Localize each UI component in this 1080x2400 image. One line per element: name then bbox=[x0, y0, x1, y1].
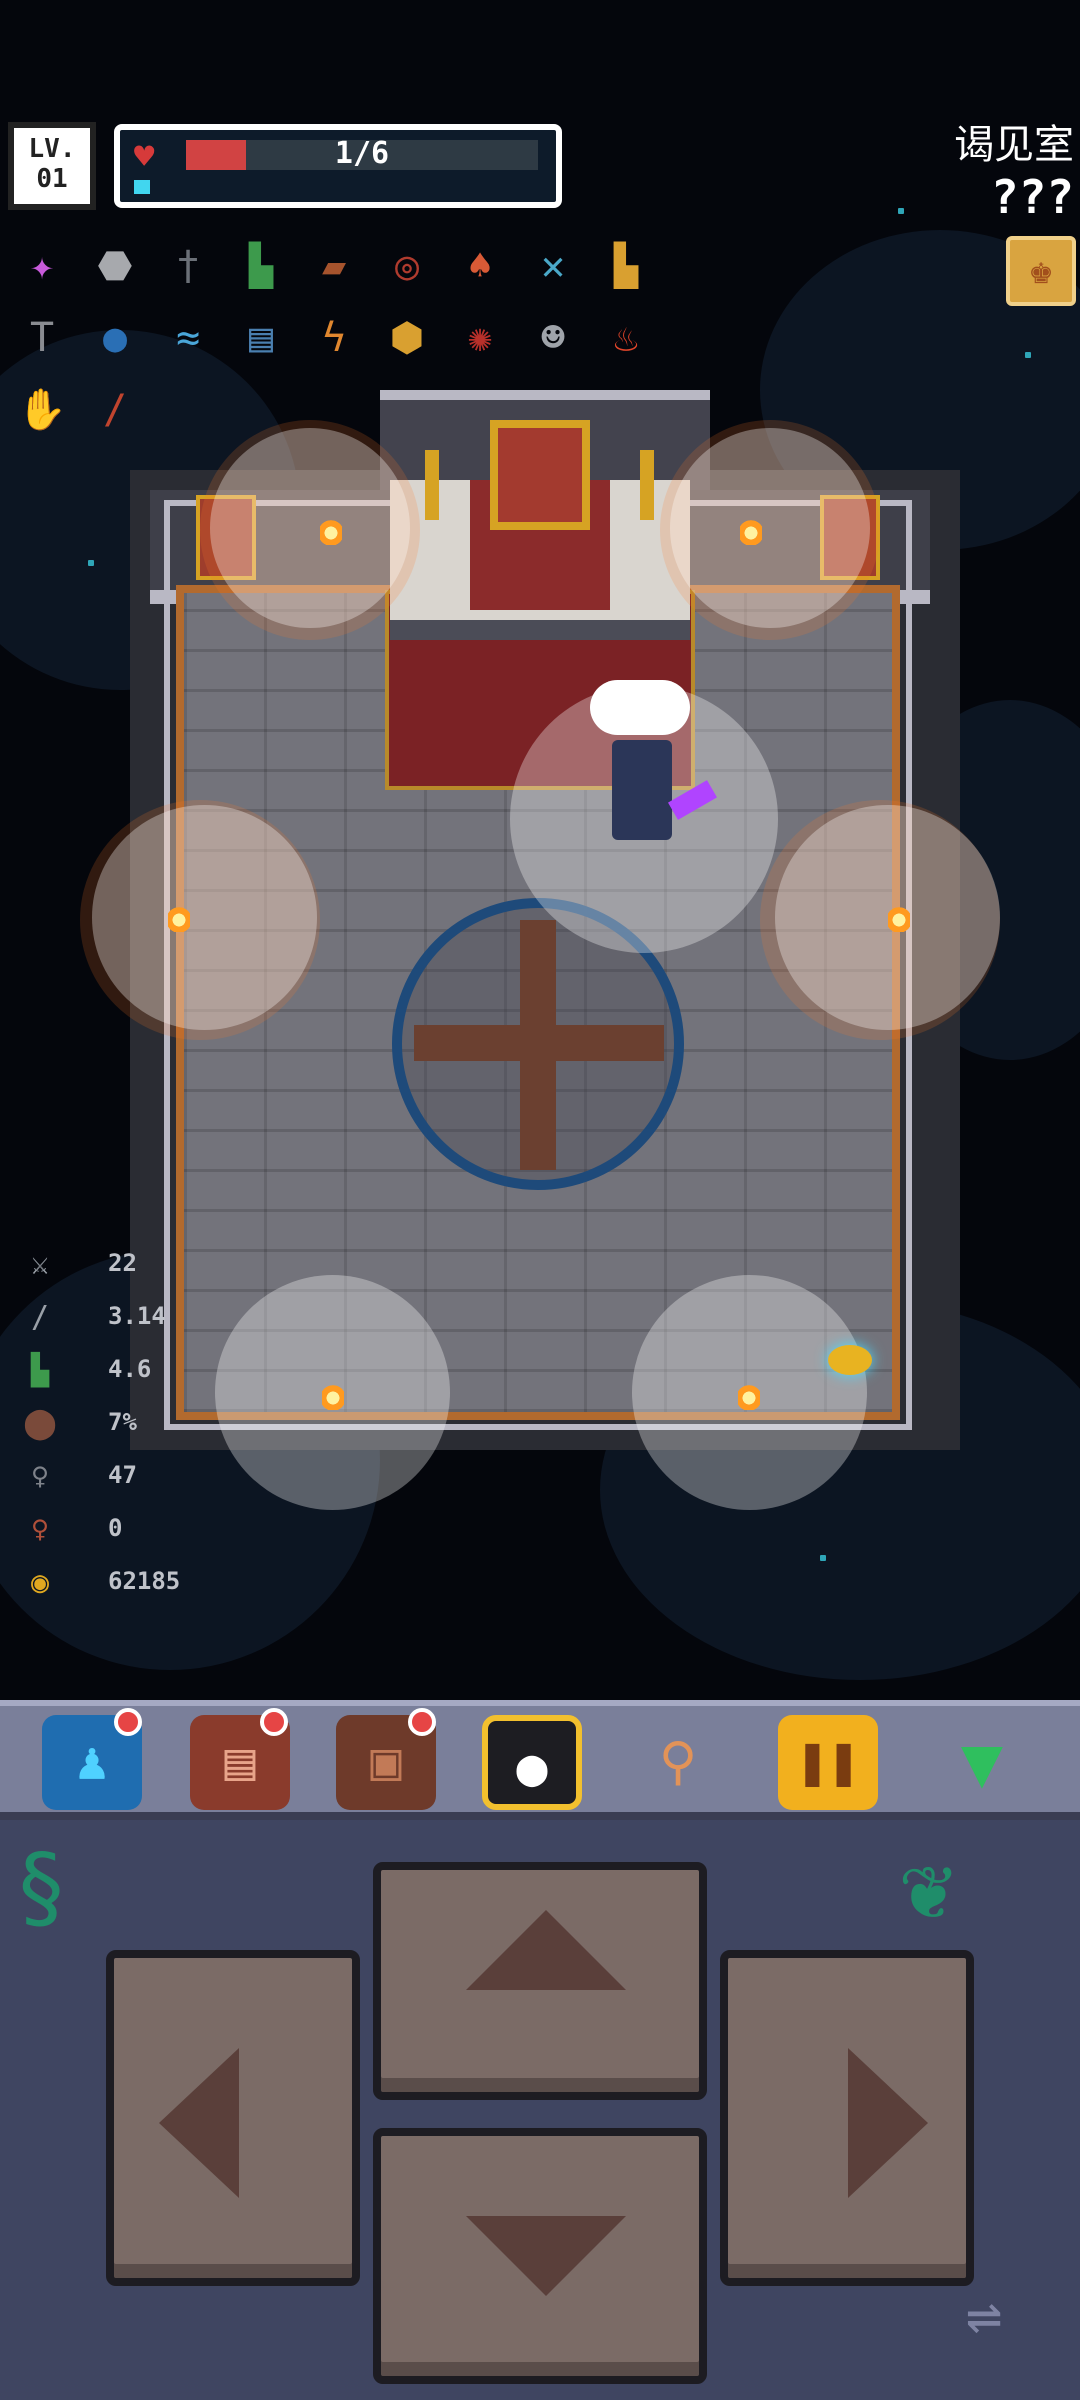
room-king-icon[interactable]: ♚ bbox=[1006, 236, 1076, 306]
stat-value: 22 bbox=[108, 1249, 137, 1277]
star bbox=[88, 560, 94, 566]
hammer-icon[interactable]: T bbox=[10, 306, 74, 370]
skull-mask-icon[interactable]: ☻ bbox=[521, 306, 585, 370]
notification-badge bbox=[408, 1708, 436, 1736]
red-key-icon: ♀ bbox=[30, 1512, 50, 1547]
arrow-up-icon bbox=[466, 1910, 626, 1990]
arrow-left-icon bbox=[159, 2048, 239, 2198]
dpad-left-button[interactable] bbox=[106, 1950, 360, 2286]
flame-icon[interactable]: ♨ bbox=[594, 306, 658, 370]
pause-icon: ❚❚ bbox=[796, 1732, 860, 1792]
blue-orb-icon[interactable]: ● bbox=[83, 306, 147, 370]
gold-nugget-icon[interactable]: ⬢ bbox=[375, 306, 439, 370]
candlestick bbox=[640, 450, 654, 520]
level-label: LV. bbox=[28, 134, 76, 164]
notification-badge bbox=[114, 1708, 142, 1736]
gauntlet-icon[interactable]: ✋ bbox=[10, 378, 74, 442]
wood-log-icon[interactable]: ▰ bbox=[302, 234, 366, 298]
shield-icon: ⬤ bbox=[23, 1406, 57, 1441]
rune-cross-horizontal bbox=[414, 1025, 664, 1061]
red-sigil-icon[interactable]: ✺ bbox=[448, 306, 512, 370]
spellbook-icon[interactable]: ▤ bbox=[229, 306, 293, 370]
gold-coin-icon: ◉ bbox=[30, 1565, 50, 1600]
torch-flame bbox=[888, 902, 910, 932]
stat-value: 47 bbox=[108, 1461, 137, 1489]
level-badge: LV. 01 bbox=[8, 122, 96, 210]
torch-light bbox=[92, 805, 317, 1030]
torch-flame bbox=[168, 902, 190, 932]
book-icon: ▤ bbox=[224, 1732, 256, 1792]
level-value: 01 bbox=[36, 164, 68, 194]
throne[interactable] bbox=[490, 420, 590, 530]
character-icon: ♟ bbox=[76, 1732, 108, 1792]
torch-light bbox=[210, 428, 410, 628]
torch-light bbox=[670, 428, 870, 628]
swap-controls-icon[interactable]: ⇌ bbox=[966, 2280, 1002, 2350]
torch-flame bbox=[738, 1380, 760, 1410]
crossed-swords-icon: ⚔ bbox=[30, 1247, 50, 1282]
mana-bar-fill bbox=[134, 180, 150, 194]
stat-value: 0 bbox=[108, 1514, 123, 1542]
red-wand-icon[interactable]: / bbox=[83, 378, 147, 442]
torch-flame bbox=[322, 1380, 344, 1410]
stat-value: 3.14 bbox=[108, 1302, 166, 1330]
red-ring-icon[interactable]: ◎ bbox=[375, 234, 439, 298]
crossed-blue-icon[interactable]: ✕ bbox=[521, 234, 585, 298]
boot-gold-icon[interactable]: ▙ bbox=[594, 234, 658, 298]
lightning-icon[interactable]: ϟ bbox=[302, 306, 366, 370]
stone-icon[interactable]: ⬣ bbox=[83, 234, 147, 298]
torch-flame bbox=[320, 515, 342, 545]
magic-stars-icon[interactable]: ✦ bbox=[10, 234, 74, 298]
boot-green-icon[interactable]: ▙ bbox=[229, 234, 293, 298]
player-character[interactable] bbox=[612, 740, 672, 840]
health-text: 1/6 bbox=[334, 136, 390, 171]
dpad-right-button[interactable] bbox=[720, 1950, 974, 2286]
gold-coin-pickup[interactable] bbox=[828, 1345, 872, 1375]
arrow-right-icon bbox=[848, 2048, 928, 2198]
key-icon: ♀ bbox=[30, 1459, 50, 1494]
vine-decoration-icon: § bbox=[14, 1835, 69, 1940]
backpack-icon: ▣ bbox=[370, 1732, 402, 1792]
dpad-down-button[interactable] bbox=[373, 2128, 707, 2384]
room-subtitle: ??? bbox=[990, 170, 1074, 224]
fish-icon[interactable]: ≈ bbox=[156, 306, 220, 370]
dagger-icon[interactable]: † bbox=[156, 234, 220, 298]
sword-speed-icon: / bbox=[30, 1300, 50, 1335]
collapse-button[interactable]: ▼ bbox=[932, 1715, 1032, 1810]
stat-value: 7% bbox=[108, 1408, 137, 1436]
torch-flame bbox=[740, 515, 762, 545]
stat-value: 62185 bbox=[108, 1567, 181, 1595]
search-button[interactable]: ⚲ bbox=[628, 1715, 728, 1810]
magnifier-icon: ⚲ bbox=[658, 1732, 698, 1792]
dpad-up-button[interactable] bbox=[373, 1862, 707, 2100]
chevron-down-icon: ▼ bbox=[960, 1721, 1004, 1803]
star bbox=[820, 1555, 826, 1561]
mushroom-icon[interactable]: ♠ bbox=[448, 234, 512, 298]
notification-badge bbox=[260, 1708, 288, 1736]
heart-icon: ♥ bbox=[134, 137, 155, 177]
stat-value: 4.6 bbox=[108, 1355, 152, 1383]
pause-button[interactable]: ❚❚ bbox=[778, 1715, 878, 1810]
leaf-decoration-icon: ❦ bbox=[900, 1835, 955, 1940]
arrow-down-icon bbox=[466, 2216, 626, 2296]
star bbox=[898, 208, 904, 214]
boot-icon: ▙ bbox=[30, 1353, 50, 1388]
candlestick bbox=[425, 450, 439, 520]
room-name: 谒见室 bbox=[954, 122, 1074, 168]
target-icon: ● bbox=[516, 1738, 548, 1798]
hero-cloud-hat bbox=[590, 680, 690, 735]
star bbox=[1025, 352, 1031, 358]
focus-target-button[interactable]: ● bbox=[482, 1715, 582, 1810]
